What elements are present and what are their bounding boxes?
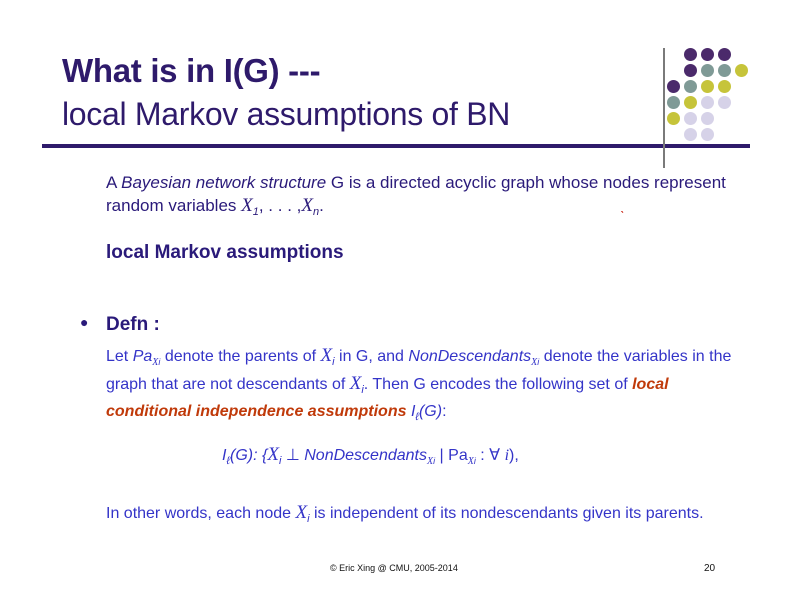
slide-title-line2: local Markov assumptions of BN <box>62 96 511 132</box>
defn-label: Defn : <box>106 314 160 335</box>
decorative-dot <box>684 96 697 109</box>
decorative-dot <box>718 64 731 77</box>
decorative-dot <box>718 96 731 109</box>
stray-mark: ˋ <box>620 208 625 224</box>
bullet-icon: ● <box>80 314 89 330</box>
decorative-dot <box>701 112 714 125</box>
decorative-dot <box>701 64 714 77</box>
decorative-dot <box>667 112 680 125</box>
decorative-dot <box>735 64 748 77</box>
decorative-dot <box>684 48 697 61</box>
decorative-dot <box>718 80 731 93</box>
definition-paragraph: Let PaXi denote the parents of Xi in G, … <box>106 345 732 423</box>
page-number: 20 <box>704 563 716 574</box>
decorative-dot <box>684 128 697 141</box>
decorative-vertical-line <box>663 48 665 168</box>
footer-copyright: © Eric Xing @ CMU, 2005-2014 <box>330 563 458 573</box>
decorative-dot <box>701 96 714 109</box>
conclusion-paragraph: In other words, each node Xi is independ… <box>106 502 704 525</box>
decorative-dot <box>718 48 731 61</box>
decorative-dot <box>701 80 714 93</box>
slide-title-line1: What is in I(G) --- <box>62 52 321 89</box>
intro-paragraph: A Bayesian network structure G is a dire… <box>106 173 726 218</box>
decorative-dot <box>684 112 697 125</box>
decorative-dot <box>701 128 714 141</box>
decorative-dot <box>667 80 680 93</box>
decorative-dot <box>684 64 697 77</box>
title-underline <box>42 144 750 148</box>
section-heading: local Markov assumptions <box>106 242 344 263</box>
decorative-dot <box>684 80 697 93</box>
ci-formula: Iℓ(G): {Xi ⊥ NonDescendantsXi | PaXi : ∀… <box>222 444 519 467</box>
decorative-dot <box>667 96 680 109</box>
decorative-dot <box>701 48 714 61</box>
